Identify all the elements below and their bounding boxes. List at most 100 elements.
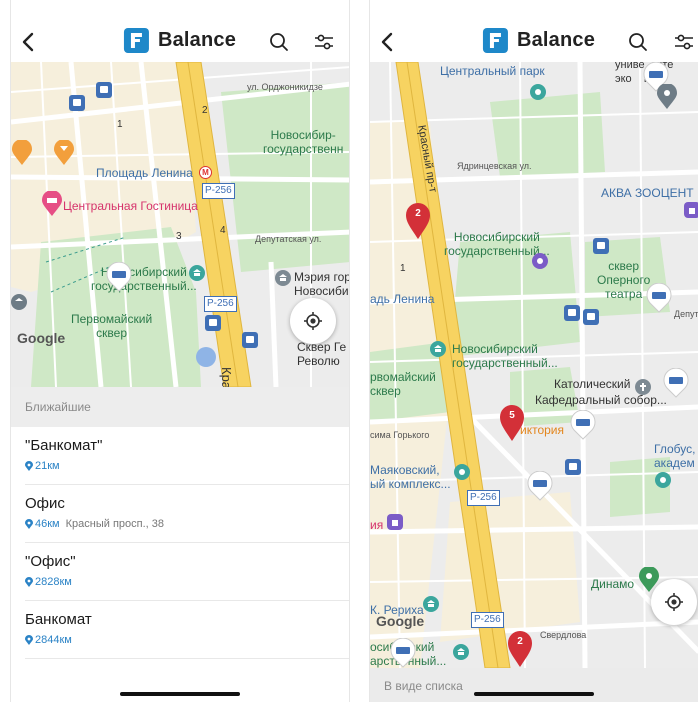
poi-label-mayakovsky: Маяковский, ый комплекс... — [370, 463, 451, 491]
item-address: Красный просп., 38 — [65, 518, 165, 530]
university-icon — [453, 644, 469, 660]
atm-marker-icon[interactable] — [525, 470, 555, 501]
atm-marker-icon[interactable] — [104, 261, 134, 292]
hotel-marker-icon[interactable] — [41, 191, 63, 217]
number-label: 3 — [176, 231, 182, 242]
food-marker-icon[interactable] — [11, 140, 33, 166]
nearby-list: "Банкомат" 21км Офис 46км Красный просп.… — [11, 427, 349, 659]
poi-label-university: Новосибирский государственный... — [444, 230, 550, 258]
google-logo: Google — [376, 613, 425, 629]
government-icon — [275, 270, 291, 286]
road-shield: Р-256 — [202, 183, 235, 199]
poi-label-akva: АКВА ЗООЦЕНТ — [601, 186, 694, 200]
cluster-pin[interactable]: 5 — [498, 404, 526, 442]
university-icon — [430, 341, 446, 357]
balance-logo-icon — [482, 28, 508, 53]
poi-label-pervomaisky: Первомайский сквер — [71, 312, 153, 340]
my-location-button[interactable] — [651, 579, 697, 625]
church-icon — [635, 379, 651, 395]
food-marker-icon[interactable] — [53, 140, 75, 166]
list-item[interactable]: "Банкомат" 21км — [25, 427, 349, 485]
crosshair-icon — [665, 593, 683, 611]
item-name: "Банкомат" — [25, 437, 103, 454]
location-pin-icon — [25, 519, 33, 529]
street-label: Кра — [219, 367, 234, 387]
street-label: сима Горького — [370, 430, 430, 440]
item-distance: 2828км — [35, 576, 72, 588]
search-icon[interactable] — [626, 30, 650, 54]
university-marker-icon[interactable] — [656, 84, 678, 110]
brand: Balance — [482, 28, 596, 53]
road-shield: Р-256 — [467, 490, 500, 506]
location-pin-icon — [25, 577, 33, 587]
poi-label-pervomaisky: рвомайский сквер — [370, 370, 436, 398]
poi-label-central-hotel: Центральная Гостиница — [63, 199, 198, 213]
number-label: 1 — [117, 119, 123, 130]
poi-label-lenin-square: адь Ленина — [370, 292, 435, 306]
brand: Balance — [123, 28, 237, 53]
filter-icon[interactable] — [312, 30, 336, 54]
item-meta: 2828км — [25, 575, 349, 589]
atm-marker-icon[interactable] — [388, 637, 418, 668]
road-shield: Р-256 — [204, 296, 237, 312]
school-icon — [11, 294, 27, 310]
poi-label-university-second: Новосибирский государственный... — [452, 342, 558, 370]
theatre-icon — [532, 253, 548, 269]
item-distance: 46км — [35, 518, 60, 530]
bus-stop-icon — [96, 82, 112, 98]
bus-stop-icon — [565, 459, 581, 475]
filter-icon[interactable] — [672, 30, 696, 54]
shop-icon — [684, 202, 698, 218]
location-pin-icon — [25, 461, 33, 471]
map-view[interactable]: ул. Орджоникидзе Новосибир- государствен… — [11, 62, 349, 387]
list-view-toggle[interactable]: В виде списка — [370, 668, 698, 702]
atm-marker-icon[interactable] — [568, 409, 598, 440]
metro-icon: M — [199, 166, 212, 179]
nav-bar: Balance — [370, 22, 698, 62]
item-name: "Офис" — [25, 553, 76, 570]
poi-label-globus: Глобус, академ — [654, 442, 696, 470]
street-label: Ядринцевская ул. — [457, 161, 532, 171]
google-logo: Google — [17, 330, 66, 346]
location-pin-icon — [25, 635, 33, 645]
atm-marker-icon[interactable] — [644, 282, 674, 313]
section-header-nearby: Ближайшие — [11, 387, 349, 427]
cluster-count: 2 — [415, 208, 421, 219]
university-icon — [189, 265, 205, 281]
cluster-pin[interactable]: 2 — [404, 202, 432, 240]
street-label: Свердлова — [540, 630, 587, 640]
atm-marker-icon[interactable] — [661, 367, 691, 398]
bus-stop-icon — [564, 305, 580, 321]
road-shield: Р-256 — [471, 612, 504, 628]
number-label: 1 — [400, 263, 406, 274]
list-item[interactable]: "Офис" 2828км — [25, 543, 349, 601]
crosshair-icon — [304, 312, 322, 330]
item-distance: 2844км — [35, 634, 72, 646]
home-indicator[interactable] — [474, 692, 594, 696]
search-icon[interactable] — [267, 30, 291, 54]
app-title: Balance — [157, 29, 237, 51]
map-view[interactable]: Центральный парк униве сите эко ики. Кра… — [370, 62, 698, 668]
poi-label-lenin-square: Площадь Ленина — [96, 166, 193, 180]
cluster-count: 5 — [509, 410, 515, 421]
number-label: 4 — [220, 225, 226, 236]
item-distance: 21км — [35, 460, 60, 472]
balance-logo-icon — [123, 28, 149, 53]
my-location-button[interactable] — [290, 298, 336, 344]
shop-icon — [387, 514, 403, 530]
list-item[interactable]: Офис 46км Красный просп., 38 — [25, 485, 349, 543]
poi-label-victoria: иктория — [520, 423, 564, 437]
poi-label-dinamo: Динамо — [591, 577, 635, 591]
bus-stop-icon — [593, 238, 609, 254]
back-chevron-icon[interactable] — [374, 28, 402, 56]
bus-stop-icon — [205, 315, 221, 331]
back-chevron-icon[interactable] — [15, 28, 43, 56]
home-indicator[interactable] — [120, 692, 240, 696]
list-item[interactable]: Банкомат 2844км — [25, 601, 349, 659]
poi-label-university: Новосибир- государственн — [263, 128, 344, 156]
item-meta: 2844км — [25, 633, 349, 647]
app-title: Balance — [516, 29, 596, 51]
poi-label-cathedral: Кафедральный собор... — [535, 393, 667, 407]
cluster-pin[interactable]: 2 — [506, 630, 534, 668]
cluster-count: 2 — [517, 636, 523, 647]
